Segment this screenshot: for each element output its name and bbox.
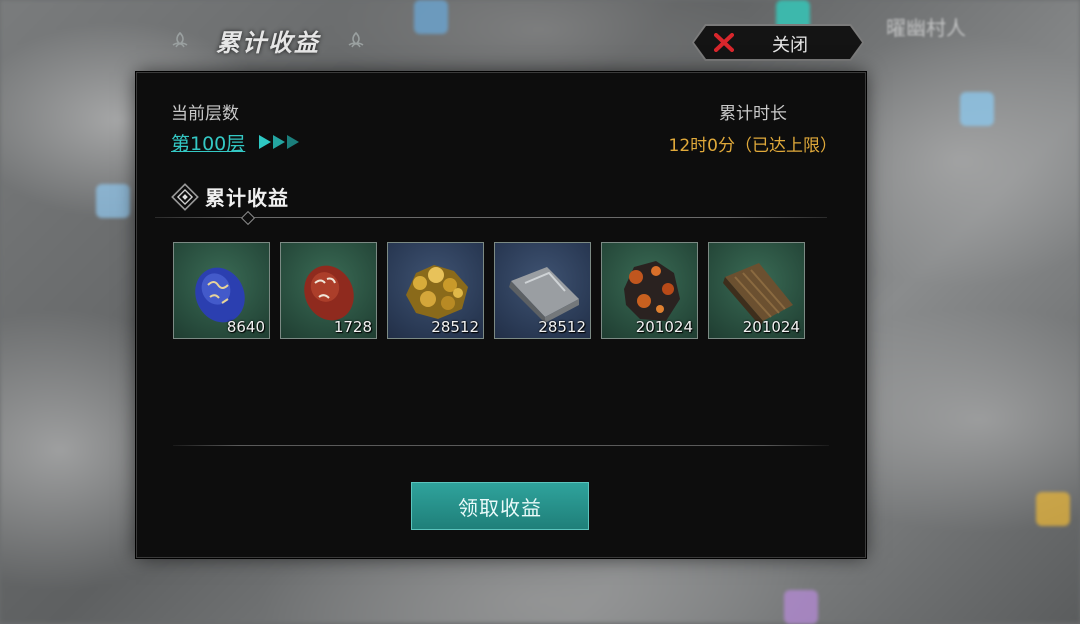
triquetra-ornament-icon xyxy=(172,31,188,48)
reward-item-slot[interactable]: 201024 xyxy=(708,242,805,339)
reward-item-count: 201024 xyxy=(742,318,800,336)
window-title-bar: 累计收益 xyxy=(170,22,366,58)
accumulated-duration-label: 累计时长 xyxy=(719,104,787,124)
reward-item-count: 201024 xyxy=(635,318,693,336)
window-title: 累计收益 xyxy=(216,28,320,57)
accumulated-duration-value: 12时0分（已达上限） xyxy=(668,136,837,156)
close-button[interactable]: 关闭 xyxy=(694,26,862,59)
reward-items-list: 8640 1728 28512 28512 201024 201024 xyxy=(173,242,805,339)
earnings-panel: 当前层数 第100层 累计时长 12时0分（已达上限） 累计收益 8640 17… xyxy=(136,72,866,558)
bottom-divider xyxy=(173,445,829,446)
close-button-label: 关闭 xyxy=(772,35,808,56)
map-marker-icon xyxy=(96,184,130,218)
forward-arrows-icon xyxy=(259,135,299,149)
reward-item-slot[interactable]: 201024 xyxy=(601,242,698,339)
reward-item-slot[interactable]: 28512 xyxy=(494,242,591,339)
claim-earnings-button[interactable]: 领取收益 xyxy=(411,482,589,530)
reward-item-slot[interactable]: 1728 xyxy=(280,242,377,339)
rewards-section-title: 累计收益 xyxy=(205,186,289,210)
current-floor-link[interactable]: 第100层 xyxy=(171,129,245,156)
reward-item-count: 28512 xyxy=(431,318,479,336)
rewards-section-header: 累计收益 xyxy=(171,182,289,211)
triquetra-ornament-icon xyxy=(348,31,364,48)
map-marker-icon xyxy=(960,92,994,126)
close-icon xyxy=(714,33,734,52)
current-floor-label: 当前层数 xyxy=(171,104,239,124)
reward-item-count: 1728 xyxy=(333,318,372,336)
reward-item-slot[interactable]: 28512 xyxy=(387,242,484,339)
diamond-bullet-icon xyxy=(171,182,199,211)
reward-item-count: 28512 xyxy=(538,318,586,336)
map-marker-icon xyxy=(1036,492,1070,526)
reward-item-count: 8640 xyxy=(226,318,265,336)
divider-diamond-icon xyxy=(240,210,256,226)
section-divider xyxy=(155,217,827,218)
map-marker-icon xyxy=(784,590,818,624)
map-marker-icon xyxy=(414,0,448,34)
map-location-label: 曜幽村人 xyxy=(886,16,966,40)
reward-item-slot[interactable]: 8640 xyxy=(173,242,270,339)
